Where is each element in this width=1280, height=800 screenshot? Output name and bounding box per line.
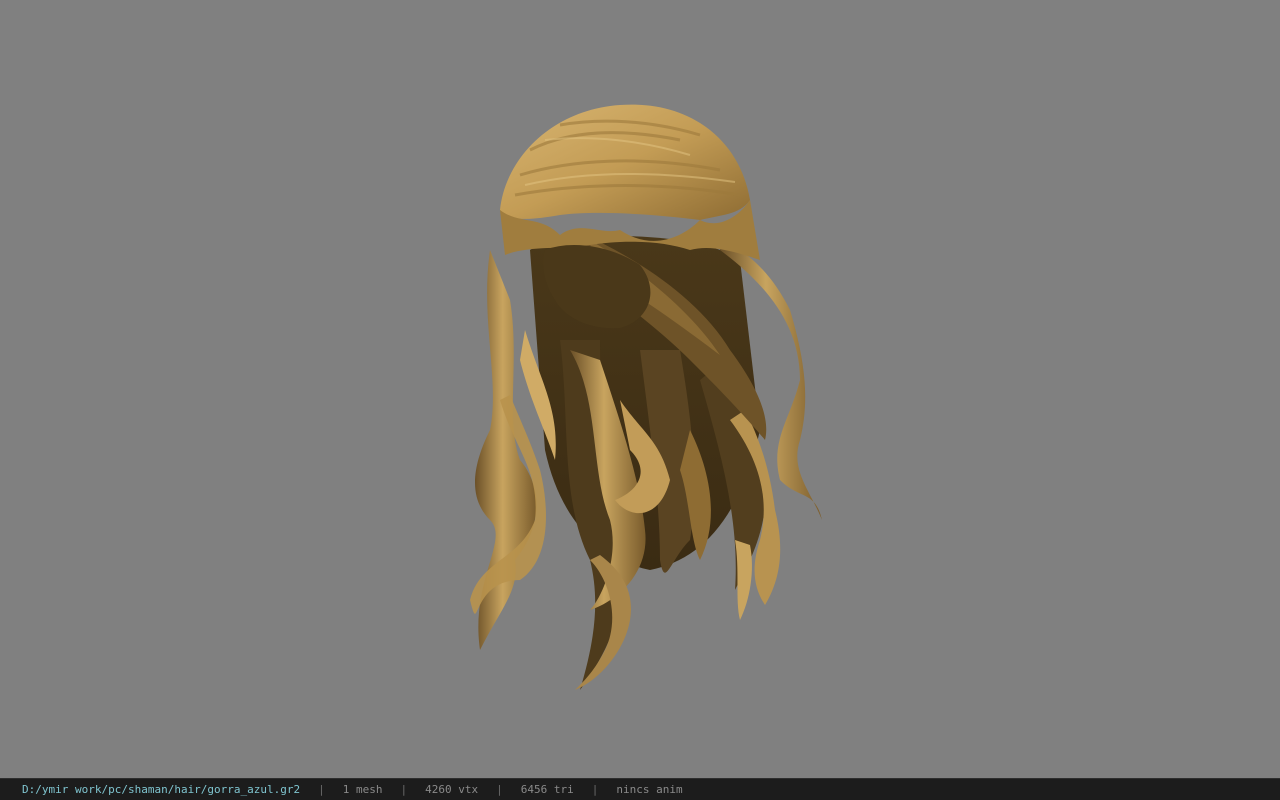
- triangle-count-label: 6456 tri: [520, 782, 574, 796]
- status-separator: |: [400, 782, 408, 796]
- status-bar: D:/ymir work/pc/shaman/hair/gorra_azul.g…: [0, 778, 1280, 800]
- vertex-count-label: 4260 vtx: [425, 782, 479, 796]
- hair-strand: [735, 540, 752, 620]
- animation-status-label: nincs anim: [616, 782, 683, 796]
- 3d-viewport[interactable]: [0, 0, 1280, 778]
- status-separator: |: [496, 782, 503, 796]
- hair-model-render: [470, 104, 822, 690]
- status-separator: |: [591, 782, 599, 796]
- mesh-count-label: 1 mesh: [342, 782, 383, 796]
- file-path-label: D:/ymir work/pc/shaman/hair/gorra_azul.g…: [22, 782, 301, 796]
- status-separator: |: [318, 782, 325, 796]
